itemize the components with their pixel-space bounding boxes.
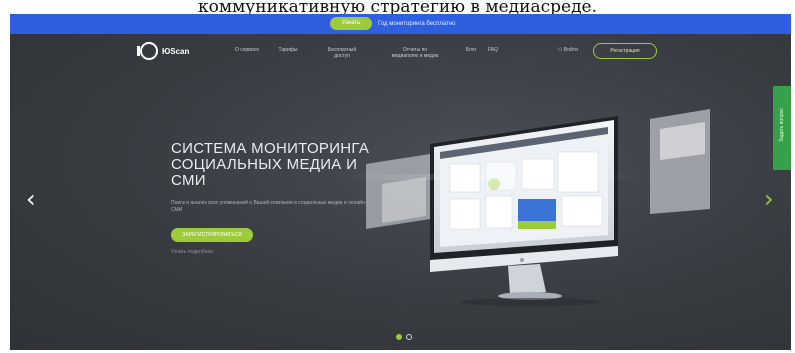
promo-bar: Узнать Год мониторинга бесплатно (10, 14, 791, 34)
logo[interactable]: ЮScan (137, 42, 190, 60)
nav-item-pricing[interactable]: Тарифы (274, 47, 302, 53)
nav-item-blog[interactable]: Блог (462, 47, 480, 53)
learn-more-link[interactable]: Узнать подробнее (171, 249, 213, 255)
website-screenshot: Узнать Год мониторинга бесплатно ЮScan О… (10, 14, 791, 350)
top-navigation: ЮScan О сервисе Тарифы Бесплатный доступ… (10, 34, 791, 70)
hero-section: ЮScan О сервисе Тарифы Бесплатный доступ… (10, 34, 791, 350)
promo-badge[interactable]: Узнать (330, 17, 372, 30)
feedback-side-tab[interactable]: Задать вопрос (773, 86, 791, 170)
promo-text[interactable]: Год мониторинга бесплатно (378, 18, 456, 30)
nav-item-about[interactable]: О сервисе (232, 47, 262, 53)
carousel-dot-2[interactable] (406, 334, 412, 340)
chevron-left-icon[interactable]: ‹ (26, 187, 36, 211)
side-tab-label: Задать вопрос (779, 108, 785, 142)
signup-button[interactable]: ЗАРЕГИСТРИРОВАТЬСЯ (171, 228, 253, 242)
monitor-illustration (340, 109, 710, 306)
carousel-dot-1[interactable] (396, 334, 402, 340)
hero-headline: СИСТЕМА МОНИТОРИНГА СОЦИАЛЬНЫХ МЕДИА И С… (171, 140, 370, 189)
nav-item-free-access[interactable]: Бесплатный доступ (322, 47, 362, 59)
logo-icon (137, 42, 158, 60)
login-label: Войти (563, 47, 578, 53)
login-link[interactable]: ⚇ Войти (558, 47, 578, 53)
nav-item-reports[interactable]: Отчеты по медиаполю и медиа (390, 47, 440, 59)
register-button[interactable]: Регистрация (593, 43, 657, 59)
nav-item-faq[interactable]: FAQ (484, 47, 502, 53)
logo-text: ЮScan (162, 46, 190, 56)
carousel-dots (396, 334, 412, 340)
chevron-right-icon[interactable]: › (764, 187, 774, 211)
hero-subtext: Поиск и анализ всех упоминаний о Вашей к… (171, 200, 367, 213)
